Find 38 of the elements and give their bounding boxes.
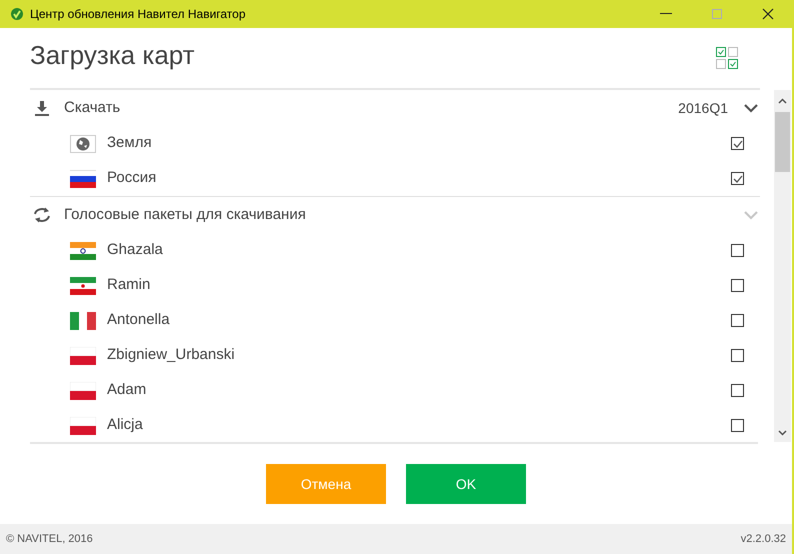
item-label: Adam: [107, 380, 146, 400]
scroll-up-icon[interactable]: [778, 98, 787, 104]
poland-flag-icon: [70, 416, 96, 434]
poland-flag-icon: [70, 346, 96, 364]
minimize-icon[interactable]: [660, 13, 672, 15]
select-all-icon[interactable]: [716, 47, 738, 69]
item-label: Antonella: [107, 310, 170, 330]
window-title: Центр обновления Навител Навигатор: [30, 6, 246, 23]
cancel-button[interactable]: Отмена: [266, 464, 386, 504]
copyright-text: © NAVITEL, 2016: [6, 532, 93, 547]
version-text: v2.2.0.32: [740, 532, 786, 547]
india-flag-icon: [70, 242, 96, 260]
item-label: Земля: [107, 133, 152, 154]
checkbox[interactable]: [731, 137, 744, 150]
checkbox[interactable]: [731, 172, 744, 185]
app-logo-icon: [10, 7, 24, 21]
page-title: Загрузка карт: [30, 38, 195, 72]
item-label: Zbigniew_Urbanski: [107, 345, 235, 366]
scrollbar-thumb[interactable]: [775, 112, 790, 172]
italy-flag-icon: [70, 312, 96, 330]
scrollbar[interactable]: [774, 90, 791, 442]
russia-flag-icon: [70, 170, 96, 188]
scroll-down-icon[interactable]: [778, 430, 787, 436]
close-icon[interactable]: [762, 8, 774, 20]
download-icon: [34, 100, 50, 116]
item-label: Alicja: [107, 415, 143, 436]
chevron-icon[interactable]: [744, 104, 758, 112]
item-label: Россия: [107, 168, 156, 188]
item-label: Ghazala: [107, 240, 163, 260]
section-title: Скачать: [64, 98, 120, 118]
iran-flag-icon: [70, 276, 96, 294]
item-label: Ramin: [107, 275, 150, 296]
globe-icon: [70, 134, 96, 152]
poland-flag-icon: [70, 382, 96, 400]
version-label: 2016Q1: [678, 98, 728, 118]
sync-icon: [32, 207, 52, 223]
section-title: Голосовые пакеты для скачивания: [64, 204, 306, 225]
ok-button[interactable]: OK: [406, 464, 526, 504]
